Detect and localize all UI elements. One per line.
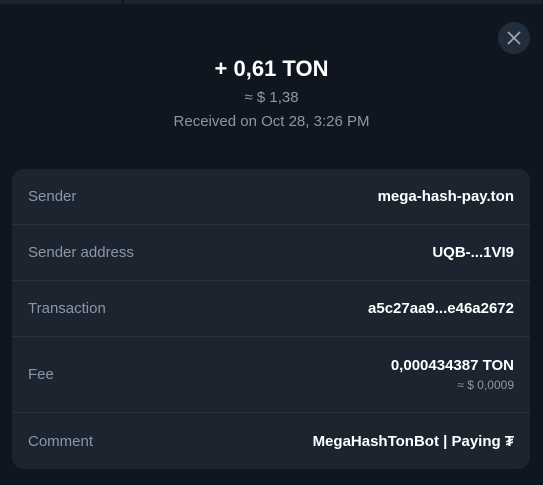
sender-address-label: Sender address	[28, 244, 134, 261]
comment-value: MegaHashTonBot | Paying ₮	[312, 432, 514, 450]
transaction-hash-value[interactable]: a5c27aa9...e46a2672	[368, 300, 514, 317]
transaction-date: Received on Oct 28, 3:26 PM	[173, 113, 370, 130]
transaction-amount: + 0,61 TON	[214, 56, 329, 81]
transaction-header: + 0,61 TON ≈ $ 1,38 Received on Oct 28, …	[0, 54, 543, 132]
transaction-row: Transaction a5c27aa9...e46a2672	[12, 281, 530, 337]
sender-address-value[interactable]: UQB-...1VI9	[432, 244, 514, 261]
sender-address-row: Sender address UQB-...1VI9	[12, 225, 530, 281]
fee-value: 0,000434387 TON	[390, 357, 514, 374]
transaction-usd-amount: ≈ $ 1,38	[244, 89, 299, 106]
top-bar-divider	[122, 0, 124, 4]
close-icon	[507, 31, 521, 45]
fee-row: Fee 0,000434387 TON ≈ $ 0,0009	[12, 337, 530, 413]
transaction-label: Transaction	[28, 300, 106, 317]
close-button[interactable]	[498, 22, 530, 54]
comment-label: Comment	[28, 432, 94, 450]
sender-label: Sender	[28, 188, 77, 205]
sender-value[interactable]: mega-hash-pay.ton	[378, 188, 514, 205]
fee-values: 0,000434387 TON ≈ $ 0,0009	[391, 357, 514, 392]
top-bar	[0, 0, 543, 4]
fee-usd-value: ≈ $ 0,0009	[457, 378, 514, 392]
transaction-details-card: Sender mega-hash-pay.ton Sender address …	[12, 169, 530, 469]
fee-label: Fee	[28, 366, 54, 383]
sender-row: Sender mega-hash-pay.ton	[12, 169, 530, 225]
comment-row: Comment MegaHashTonBot | Paying ₮	[12, 413, 530, 469]
